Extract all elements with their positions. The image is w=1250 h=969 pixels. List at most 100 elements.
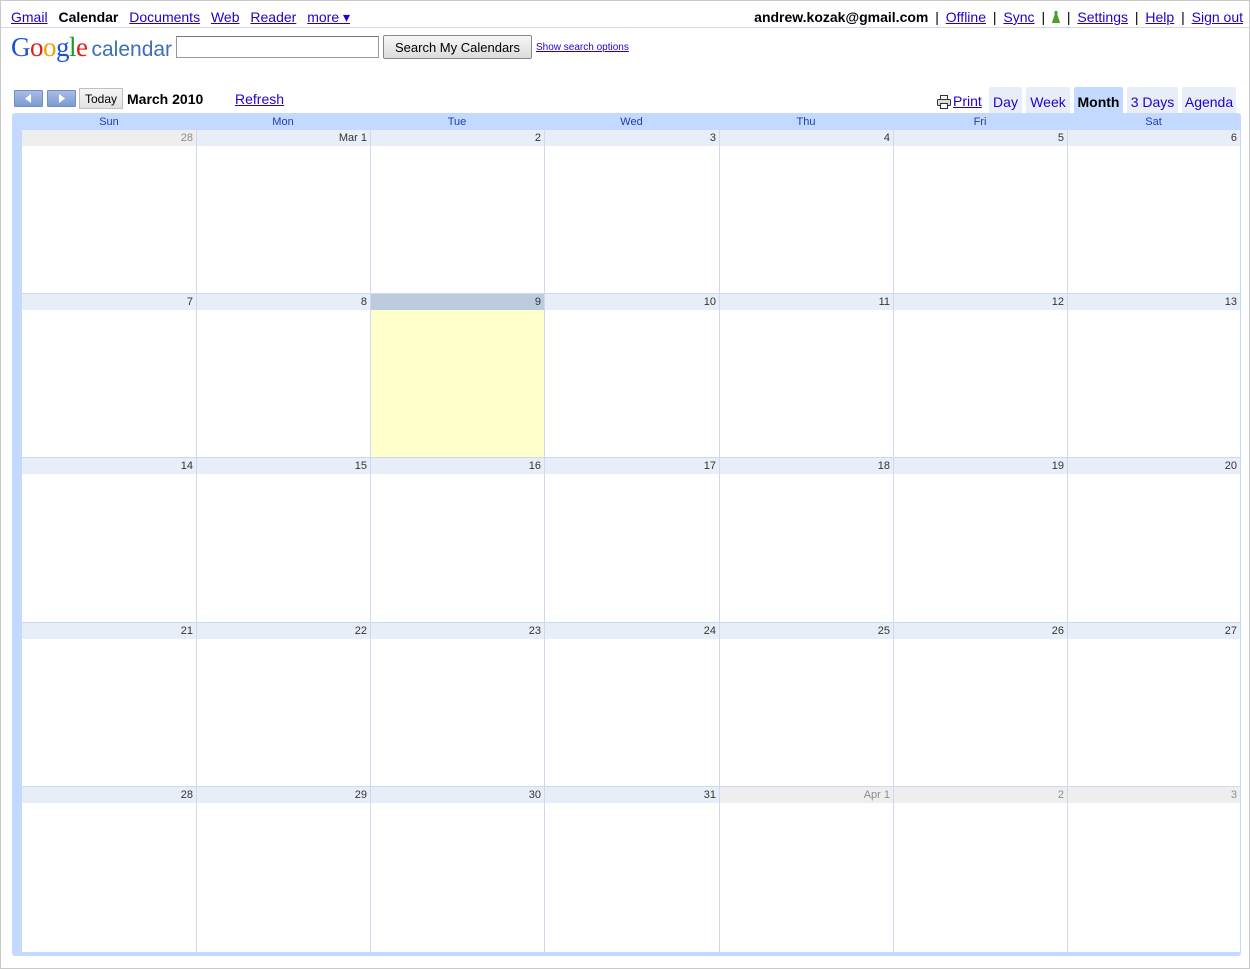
today-button[interactable]: Today [79,88,123,109]
day-cell[interactable]: 7 [22,294,196,458]
day-cell[interactable]: 16 [370,458,544,623]
day-events-area[interactable] [720,146,893,294]
day-cell[interactable]: 5 [893,130,1067,294]
day-cell-today[interactable]: 9 [370,294,544,458]
tab-week[interactable]: Week [1026,87,1070,114]
nav-link-reader[interactable]: Reader [250,9,296,25]
day-events-area[interactable] [371,803,544,952]
day-cell[interactable]: 23 [370,623,544,787]
day-cell[interactable]: 3 [1067,787,1240,952]
day-number[interactable]: 22 [197,623,370,639]
day-events-area[interactable] [894,310,1067,458]
search-input[interactable] [176,36,379,58]
day-events-area[interactable] [1068,146,1240,294]
day-number[interactable]: 28 [22,130,196,146]
day-events-area[interactable] [22,639,196,787]
day-cell[interactable]: 15 [196,458,370,623]
nav-link-more[interactable]: more ▾ [307,9,350,25]
next-period-button[interactable] [47,90,76,107]
tab-agenda-label[interactable]: Agenda [1185,94,1233,110]
day-cell[interactable]: 2 [893,787,1067,952]
day-number[interactable]: 15 [197,458,370,474]
day-cell[interactable]: 20 [1067,458,1240,623]
tab-day[interactable]: Day [989,87,1022,114]
sync-link[interactable]: Sync [1003,9,1034,25]
day-events-area[interactable] [22,146,196,294]
nav-link-documents[interactable]: Documents [129,9,200,25]
day-events-area[interactable] [1068,803,1240,952]
day-events-area[interactable] [197,146,370,294]
tab-week-label[interactable]: Week [1030,94,1066,110]
day-cell[interactable]: 22 [196,623,370,787]
day-events-area[interactable] [894,474,1067,623]
day-number[interactable]: 2 [371,130,544,146]
day-number[interactable]: 19 [894,458,1067,474]
day-events-area[interactable] [894,803,1067,952]
day-events-area[interactable] [371,639,544,787]
day-number[interactable]: 18 [720,458,893,474]
day-cell[interactable]: 26 [893,623,1067,787]
day-number[interactable]: 24 [545,623,719,639]
day-cell[interactable]: 12 [893,294,1067,458]
day-number[interactable]: 30 [371,787,544,803]
day-number[interactable]: 29 [197,787,370,803]
day-cell[interactable]: 4 [719,130,893,294]
day-events-area[interactable] [545,474,719,623]
day-events-area[interactable] [720,310,893,458]
weekday-header[interactable]: Sun [22,114,196,130]
day-number[interactable]: 8 [197,294,370,310]
day-cell[interactable]: 13 [1067,294,1240,458]
day-number[interactable]: Apr 1 [720,787,893,803]
nav-link-web[interactable]: Web [211,9,240,25]
day-number[interactable]: 4 [720,130,893,146]
day-cell[interactable]: 18 [719,458,893,623]
day-number[interactable]: 2 [894,787,1067,803]
day-number[interactable]: 9 [371,294,544,310]
day-number[interactable]: 11 [720,294,893,310]
day-number[interactable]: 6 [1068,130,1240,146]
day-events-area[interactable] [1068,639,1240,787]
flask-icon[interactable] [1051,9,1060,23]
day-events-area[interactable] [197,474,370,623]
search-my-calendars-button[interactable]: Search My Calendars [383,35,532,59]
day-cell[interactable]: 29 [196,787,370,952]
day-events-area[interactable] [1068,474,1240,623]
day-cell[interactable]: 21 [22,623,196,787]
day-events-area[interactable] [545,310,719,458]
weekday-header[interactable]: Mon [196,114,370,130]
day-events-area[interactable] [371,146,544,294]
weekday-header[interactable]: Fri [893,114,1067,130]
day-events-area[interactable] [720,474,893,623]
weekday-header[interactable]: Tue [370,114,544,130]
day-cell[interactable]: 25 [719,623,893,787]
day-number[interactable]: 21 [22,623,196,639]
tab-agenda[interactable]: Agenda [1182,87,1236,114]
day-events-area[interactable] [894,146,1067,294]
weekday-header[interactable]: Wed [544,114,719,130]
day-number[interactable]: 7 [22,294,196,310]
day-number[interactable]: 13 [1068,294,1240,310]
day-events-area[interactable] [1068,310,1240,458]
day-number[interactable]: 5 [894,130,1067,146]
day-cell[interactable]: 24 [544,623,719,787]
day-cell[interactable]: 27 [1067,623,1240,787]
day-number[interactable]: 16 [371,458,544,474]
day-events-area[interactable] [545,803,719,952]
google-calendar-logo[interactable]: Google calendar [11,32,172,64]
day-number[interactable]: 20 [1068,458,1240,474]
day-cell[interactable]: Mar 1 [196,130,370,294]
day-cell[interactable]: 19 [893,458,1067,623]
day-number[interactable]: 3 [545,130,719,146]
day-events-area[interactable] [371,310,544,458]
day-number[interactable]: Mar 1 [197,130,370,146]
day-events-area[interactable] [22,803,196,952]
day-number[interactable]: 28 [22,787,196,803]
day-cell[interactable]: 10 [544,294,719,458]
day-number[interactable]: 26 [894,623,1067,639]
day-cell[interactable]: 8 [196,294,370,458]
help-link[interactable]: Help [1145,9,1174,25]
day-events-area[interactable] [720,639,893,787]
show-search-options-link[interactable]: Show search options [536,42,629,53]
day-number[interactable]: 14 [22,458,196,474]
day-events-area[interactable] [894,639,1067,787]
